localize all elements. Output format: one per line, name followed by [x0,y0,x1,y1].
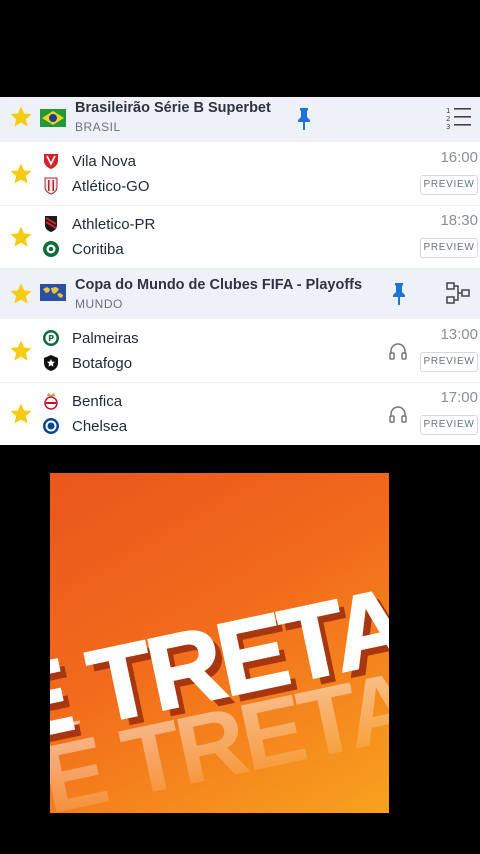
league-header-serie-b[interactable]: Brasileirão Série B Superbet BRASIL 1 2 … [0,97,480,142]
vila-nova-crest-icon [42,152,60,170]
world-flag-icon [40,284,66,301]
league-name: Copa do Mundo de Clubes FIFA - Playoffs [75,277,363,293]
home-team: Benfica [72,393,123,410]
league-header-club-world-cup[interactable]: Copa do Mundo de Clubes FIFA - Playoffs … [0,269,480,319]
league-country: BRASIL [75,120,121,134]
home-team: Palmeiras [72,330,139,347]
home-team: Athletico-PR [72,216,156,233]
favorite-star-icon[interactable] [9,162,33,186]
match-time: 13:00 [440,326,478,343]
favorite-star-icon[interactable] [9,402,33,426]
match-row[interactable]: P Palmeiras Botafogo 13:00 PREVIEW [0,320,480,383]
home-team: Vila Nova [72,153,136,170]
botafogo-crest-icon [42,354,60,372]
brazil-flag-icon [40,109,66,127]
preview-button[interactable]: PREVIEW [420,175,478,195]
match-time: 18:30 [440,212,478,229]
league-name: Brasileirão Série B Superbet [75,100,271,116]
coritiba-crest-icon [42,240,60,258]
standings-list-icon[interactable]: 1 2 3 [446,105,472,131]
favorite-star-icon[interactable] [9,282,33,306]
away-team: Botafogo [72,355,133,372]
chelsea-crest-icon [42,417,60,435]
e-treta-logo: É TRETA! É TRETA! É TRETA! [50,559,389,813]
match-list: Brasileirão Série B Superbet BRASIL 1 2 … [0,97,480,445]
league-country: MUNDO [75,297,123,311]
match-row[interactable]: Benfica Chelsea 17:00 PREVIEW [0,383,480,445]
svg-text:1: 1 [446,107,450,115]
headphones-icon[interactable] [388,405,408,423]
favorite-star-icon[interactable] [9,225,33,249]
athletico-pr-crest-icon [42,215,60,233]
pin-icon[interactable] [296,107,312,131]
away-team: Coritiba [72,241,124,258]
palmeiras-crest-icon: P [42,329,60,347]
svg-text:P: P [48,334,54,343]
benfica-crest-icon [42,392,60,410]
pin-icon[interactable] [391,282,407,306]
match-time: 16:00 [440,149,478,166]
promo-banner: É TRETA! É TRETA! É TRETA! [50,473,389,813]
atletico-go-crest-icon [42,177,60,195]
match-time: 17:00 [440,389,478,406]
favorite-star-icon[interactable] [9,339,33,363]
svg-text:3: 3 [446,123,450,131]
match-row[interactable]: Athletico-PR Coritiba 18:30 PREVIEW [0,206,480,269]
preview-button[interactable]: PREVIEW [420,352,478,372]
away-team: Atlético-GO [72,178,150,195]
svg-text:2: 2 [446,115,450,123]
favorite-star-icon[interactable] [9,105,33,129]
preview-button[interactable]: PREVIEW [420,238,478,258]
bracket-icon[interactable] [446,281,472,307]
headphones-icon[interactable] [388,342,408,360]
match-row[interactable]: Vila Nova Atlético-GO 16:00 PREVIEW [0,143,480,206]
away-team: Chelsea [72,418,128,435]
preview-button[interactable]: PREVIEW [420,415,478,435]
